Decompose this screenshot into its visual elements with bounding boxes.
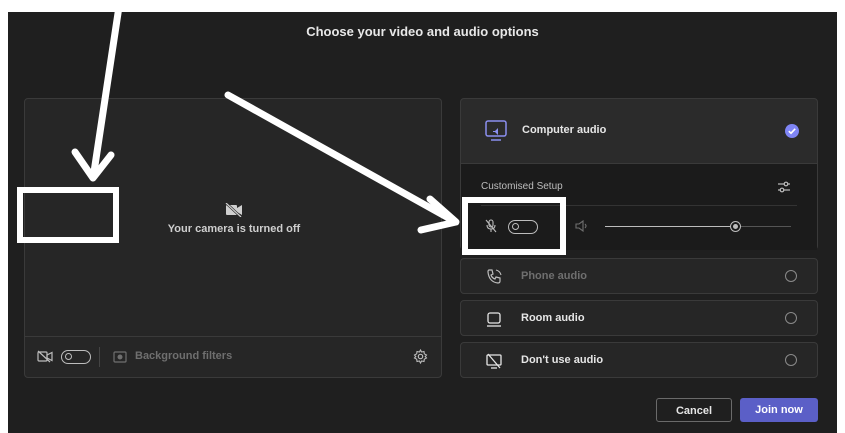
annotation-overlay xyxy=(71,0,460,234)
arrow-right-shaft xyxy=(224,91,456,224)
annotation-box-left xyxy=(17,187,119,243)
annotation-box-right xyxy=(462,197,566,255)
arrow-left-shaft xyxy=(90,0,124,176)
